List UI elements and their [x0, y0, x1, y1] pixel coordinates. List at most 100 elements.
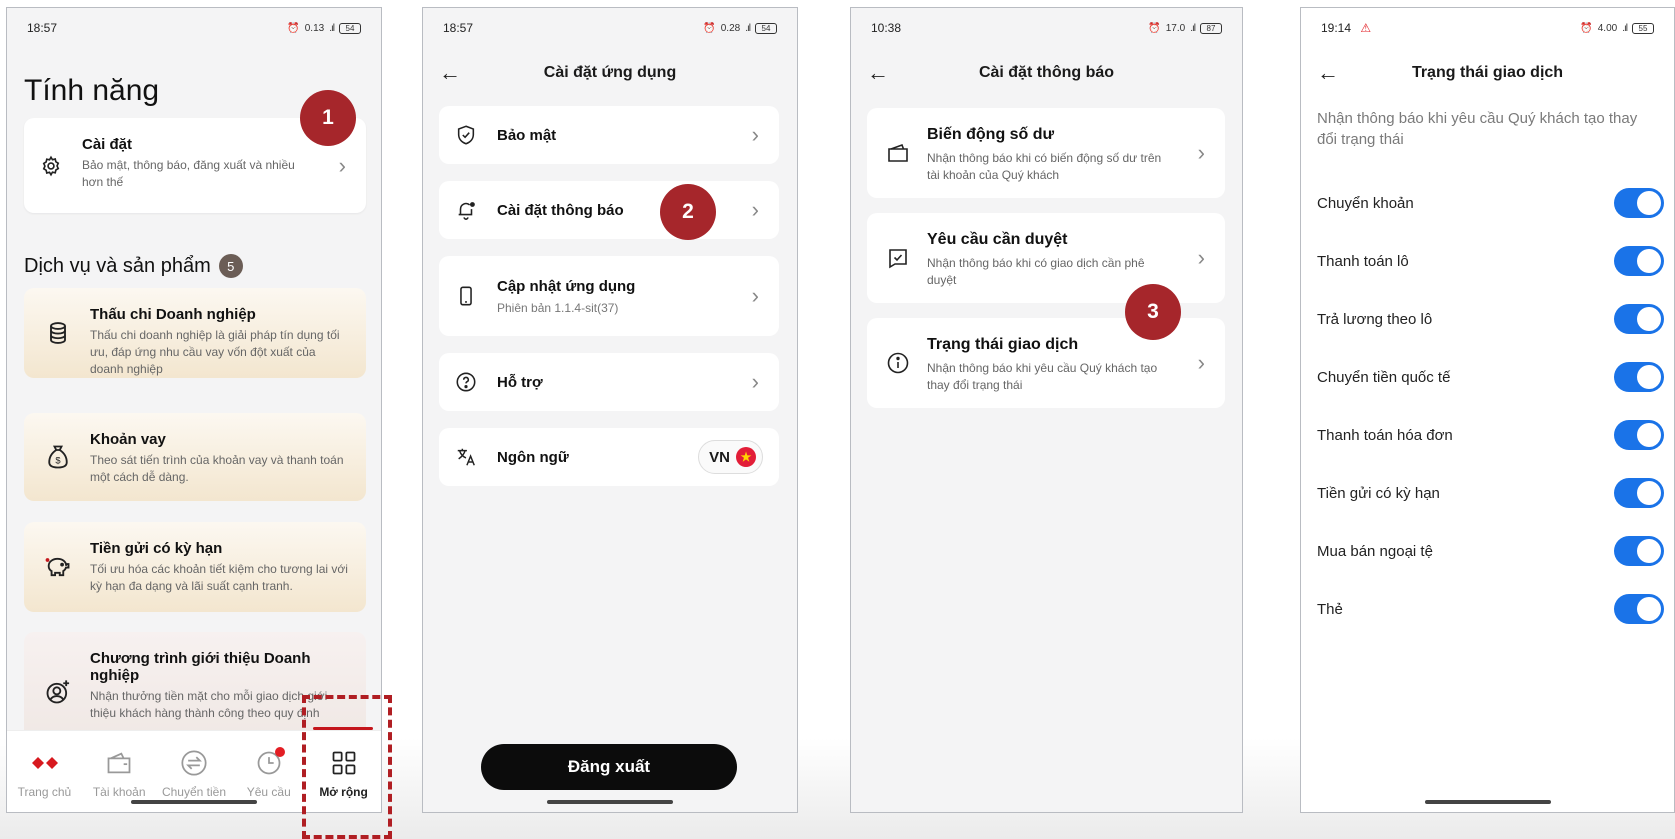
screen-title: Cài đặt thông báo: [978, 64, 1115, 81]
status-time: 18:57: [443, 21, 474, 35]
service-card-overdraft[interactable]: Thấu chi Doanh nghiệp Thấu chi doanh ngh…: [24, 288, 366, 378]
notification-title: Yêu cầu cần duyệt: [927, 231, 1068, 248]
service-subtitle: Thấu chi doanh nghiệp là giải pháp tín d…: [90, 328, 340, 376]
settings-row-security[interactable]: Bảo mật ›: [439, 106, 779, 164]
chevron-right-icon: ›: [1197, 350, 1205, 375]
alarm-icon: ⏰: [703, 22, 716, 34]
settings-row-app-update[interactable]: Cập nhật ứng dụng Phiên bản 1.1.4-sit(37…: [439, 256, 779, 336]
highlight-box-more: [302, 695, 392, 839]
back-arrow-icon[interactable]: ←: [867, 61, 889, 85]
status-bar: 18:57 ⏰ 0.13 .ıl 54: [27, 18, 361, 38]
signal-icon: .ıl: [745, 22, 751, 34]
settings-card-subtitle: Bảo mật, thông báo, đăng xuất và nhiều h…: [82, 158, 295, 189]
back-arrow-icon[interactable]: ←: [1317, 61, 1339, 85]
nav-label: Tài khoản: [92, 785, 146, 799]
signal-icon: .ıl: [329, 22, 335, 34]
toggle-label: Tiền gửi có kỳ hạn: [1317, 484, 1440, 502]
toggle-switch[interactable]: [1614, 420, 1664, 450]
wallet-icon: [105, 749, 133, 777]
back-arrow-icon[interactable]: ←: [439, 61, 461, 85]
service-title: Chương trình giới thiệu Doanh nghiệp: [90, 650, 311, 684]
toggle-switch[interactable]: [1614, 304, 1664, 334]
status-time: 18:57: [27, 21, 58, 35]
alarm-icon: ⏰: [1580, 22, 1593, 34]
status-bar: 18:57 ⏰ 0.28 .ıl 54: [443, 18, 777, 38]
toggle-label: Chuyển tiền quốc tế: [1317, 368, 1451, 386]
piggy-bank-icon: [44, 553, 72, 581]
gear-icon: [38, 153, 64, 179]
transfer-icon: [180, 749, 208, 777]
nav-label: Trang chủ: [17, 785, 72, 799]
home-logo-icon: [30, 749, 59, 777]
notification-desc: Nhận thông báo khi có giao dịch cần phê …: [927, 256, 1145, 287]
toggle-row: Thẻ: [1317, 594, 1664, 624]
settings-row-notifications[interactable]: Cài đặt thông báo ›: [439, 181, 779, 239]
notification-item-approval[interactable]: Yêu cầu cần duyệt Nhận thông báo khi có …: [867, 213, 1225, 303]
network-speed: 0.28: [720, 22, 741, 34]
toggle-switch[interactable]: [1614, 246, 1664, 276]
clock-icon: [255, 747, 285, 777]
language-selector[interactable]: VN ★: [698, 440, 763, 474]
notification-title: Trạng thái giao dịch: [927, 336, 1079, 353]
toggle-row: Mua bán ngoại tệ: [1317, 536, 1664, 566]
signal-icon: .ıl: [1190, 22, 1196, 34]
svg-text:$: $: [55, 455, 61, 465]
notification-desc: Nhận thông báo khi có biến động số dư tr…: [927, 151, 1162, 182]
toggle-label: Mua bán ngoại tệ: [1317, 542, 1433, 560]
row-title: Cập nhật ứng dụng: [497, 277, 636, 295]
screen-header: ← Trạng thái giao dịch: [1301, 58, 1674, 88]
step-badge-2: 2: [660, 184, 716, 240]
status-bar: 19:14 ⚠ ⏰ 4.00 .ıl 55: [1321, 18, 1654, 38]
settings-row-language[interactable]: Ngôn ngữ VN ★: [439, 428, 779, 486]
toggle-row: Tiền gửi có kỳ hạn: [1317, 478, 1664, 508]
service-title: Khoản vay: [90, 431, 166, 448]
screen-header: ← Cài đặt ứng dụng: [423, 58, 797, 88]
status-bar: 10:38 ⏰ 17.0 .ıl 87: [871, 18, 1222, 38]
toggle-row: Trả lương theo lô: [1317, 304, 1664, 334]
service-card-term-deposit[interactable]: Tiền gửi có kỳ hạn Tối ưu hóa các khoản …: [24, 522, 366, 612]
service-title: Thấu chi Doanh nghiệp: [90, 306, 256, 323]
nav-label: Yêu cầu: [246, 785, 291, 799]
alarm-icon: ⏰: [287, 22, 300, 34]
toggle-switch[interactable]: [1614, 478, 1664, 508]
info-icon: [885, 350, 911, 376]
row-title: Bảo mật: [497, 126, 557, 144]
toggle-label: Chuyển khoản: [1317, 194, 1414, 212]
toggle-switch[interactable]: [1614, 594, 1664, 624]
toggle-switch[interactable]: [1614, 536, 1664, 566]
chevron-right-icon: ›: [1197, 140, 1205, 165]
services-heading-label: Dịch vụ và sản phẩm: [24, 254, 211, 277]
shield-check-icon: [453, 122, 479, 148]
notification-title: Biến động số dư: [927, 126, 1055, 143]
vietnam-flag-icon: ★: [736, 447, 756, 467]
row-title: Cài đặt thông báo: [497, 201, 624, 219]
toggle-switch[interactable]: [1614, 362, 1664, 392]
nav-label: Chuyển tiền: [161, 785, 226, 799]
chevron-right-icon: ›: [751, 122, 759, 147]
battery-icon: 54: [755, 22, 777, 34]
toggle-label: Thanh toán hóa đơn: [1317, 426, 1453, 444]
notification-item-balance[interactable]: Biến động số dư Nhận thông báo khi có bi…: [867, 108, 1225, 198]
toggle-switch[interactable]: [1614, 188, 1664, 218]
step-badge-1: 1: [300, 90, 356, 146]
logout-button[interactable]: Đăng xuất: [481, 744, 737, 790]
services-heading: Dịch vụ và sản phẩm 5: [24, 254, 243, 278]
phone-screen-notification-settings: 10:38 ⏰ 17.0 .ıl 87 ← Cài đặt thông báo …: [850, 7, 1243, 813]
step-badge-3: 3: [1125, 284, 1181, 340]
translate-icon: [453, 444, 479, 470]
nav-item-home[interactable]: Trang chủ: [9, 749, 79, 799]
nav-item-transfer[interactable]: Chuyển tiền: [159, 749, 229, 799]
battery-icon: 54: [339, 22, 361, 34]
toggle-row: Thanh toán hóa đơn: [1317, 420, 1664, 450]
nav-item-requests[interactable]: Yêu cầu: [234, 747, 304, 799]
service-card-loan[interactable]: $ Khoản vay Theo sát tiến trình của khoả…: [24, 413, 366, 501]
network-speed: 4.00: [1597, 22, 1618, 34]
service-subtitle: Theo sát tiến trình của khoản vay và tha…: [90, 453, 344, 484]
screen-header: ← Cài đặt thông báo: [851, 58, 1242, 88]
approval-icon: [885, 245, 911, 271]
toggle-label: Thanh toán lô: [1317, 252, 1409, 270]
help-circle-icon: [453, 369, 479, 395]
nav-item-accounts[interactable]: Tài khoản: [84, 749, 154, 799]
home-indicator: [547, 800, 673, 804]
settings-row-support[interactable]: Hỗ trợ ›: [439, 353, 779, 411]
